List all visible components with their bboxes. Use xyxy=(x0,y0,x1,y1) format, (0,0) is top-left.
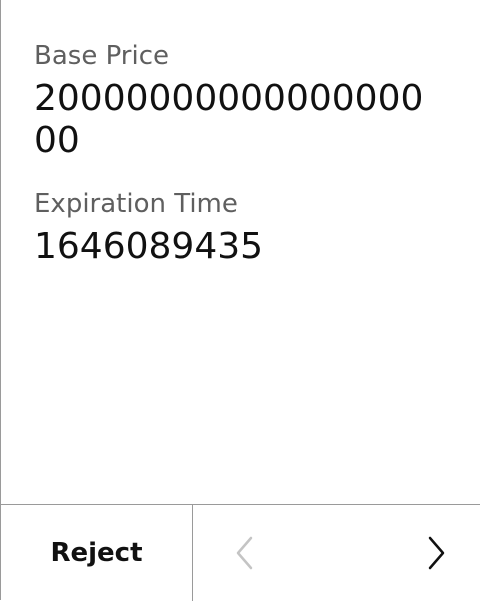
reject-button[interactable]: Reject xyxy=(1,505,193,601)
chevron-left-icon xyxy=(236,536,253,570)
expiration-time-field: Expiration Time 1646089435 xyxy=(34,184,464,268)
field-spacer xyxy=(34,162,464,184)
previous-button[interactable] xyxy=(231,533,259,573)
navigation-controls xyxy=(193,505,480,601)
base-price-value: 2000000000000000000 xyxy=(34,78,424,161)
field-list: Base Price 2000000000000000000 Expiratio… xyxy=(34,36,464,268)
transaction-review-screen: Base Price 2000000000000000000 Expiratio… xyxy=(0,0,480,601)
expiration-time-value: 1646089435 xyxy=(34,226,264,267)
base-price-label: Base Price xyxy=(34,41,170,71)
footer-bar: Reject xyxy=(1,504,480,601)
next-button[interactable] xyxy=(422,533,450,573)
expiration-time-label: Expiration Time xyxy=(34,189,238,219)
base-price-field: Base Price 2000000000000000000 xyxy=(34,36,464,162)
chevron-right-icon xyxy=(428,536,445,570)
